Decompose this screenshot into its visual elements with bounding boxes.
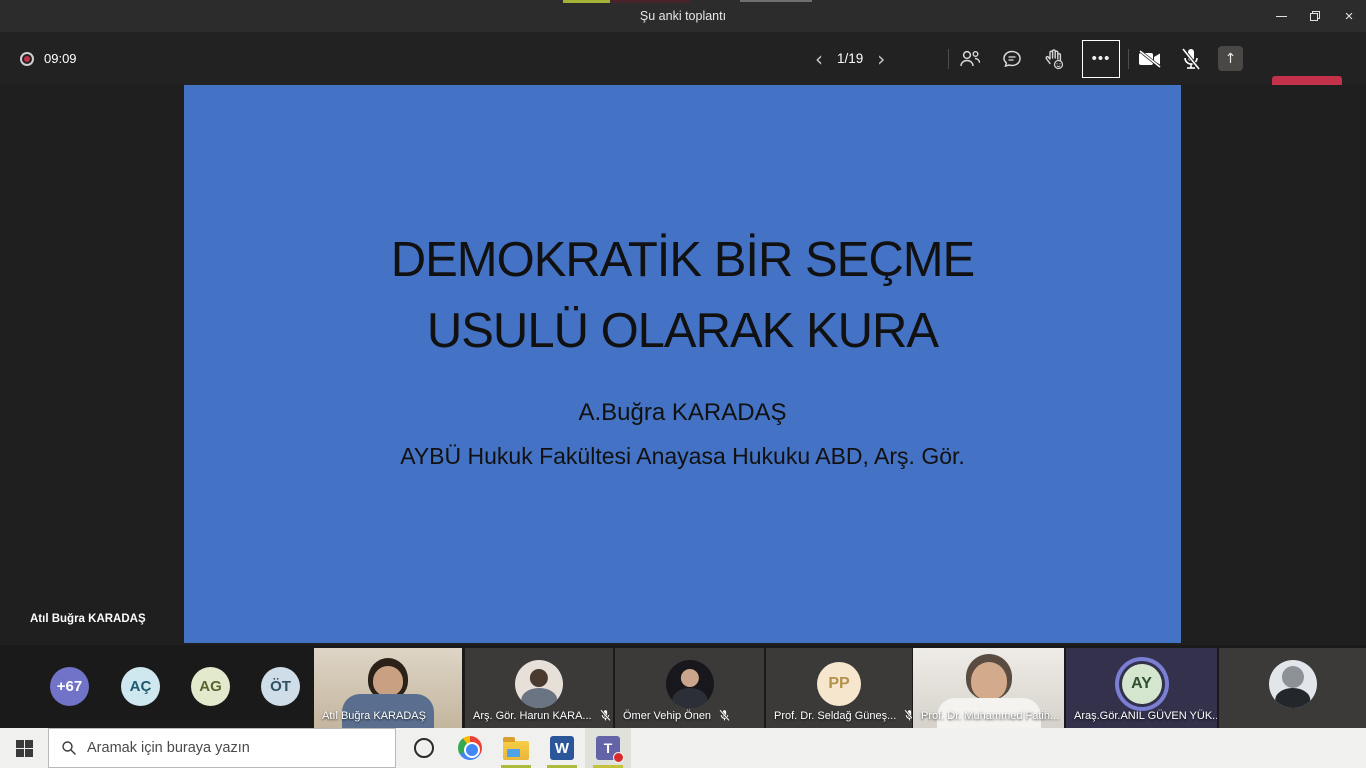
teams-taskbar-button[interactable]: T: [585, 728, 631, 768]
next-slide-button[interactable]: ›: [877, 49, 885, 69]
participant-filmstrip: +67 AÇ AG ÖT Atıl Buğra KARADAŞ: [0, 645, 1366, 728]
restore-icon: [1310, 11, 1320, 21]
participant-photo-avatar: [515, 660, 563, 708]
participant-tile-video[interactable]: Atıl Buğra KARADAŞ: [314, 648, 462, 728]
participant-initials-avatar: AY: [1122, 664, 1162, 704]
participant-avatar-ot[interactable]: ÖT: [261, 667, 300, 706]
slide-author: A.Buğra KARADAŞ: [184, 399, 1181, 427]
participant-initials-avatar: PP: [817, 662, 861, 706]
minimize-icon: [1276, 16, 1287, 17]
taskbar-search-input[interactable]: Aramak için buraya yazın: [48, 728, 396, 768]
participant-name: Ömer Vehip Önen: [623, 710, 711, 722]
video-person-face: [373, 666, 403, 696]
slide-title-line1: DEMOKRATİK BİR SEÇME: [184, 225, 1181, 296]
avatar-initials: ÖT: [270, 678, 291, 695]
chrome-icon: [458, 736, 482, 760]
mic-muted-icon: [903, 709, 912, 722]
avatar-silhouette: [680, 669, 698, 687]
avatar-initials: PP: [828, 675, 849, 693]
participant-tile[interactable]: Ömer Vehip Önen: [615, 648, 764, 728]
start-button[interactable]: [0, 728, 48, 768]
windows-taskbar: Aramak için buraya yazın W T: [0, 728, 1366, 768]
slide-page-indicator: 1/19: [837, 51, 863, 66]
window-titlebar: Şu anki toplantı ×: [0, 0, 1366, 32]
participant-name: Prof. Dr. Muhammed Fatih...: [921, 710, 1059, 722]
close-button[interactable]: ×: [1332, 0, 1366, 32]
avatar-initials: AG: [199, 678, 222, 695]
file-explorer-taskbar-button[interactable]: [493, 728, 539, 768]
participant-name: Araş.Gör.ANIL GÜVEN YÜK...: [1074, 710, 1217, 722]
teams-icon: T: [596, 736, 620, 760]
overflow-count: +67: [57, 678, 82, 695]
raise-hand-icon: [1042, 47, 1066, 71]
teams-meeting-window: Şu anki toplantı × 09:09 ‹ 1/19 ›: [0, 0, 1366, 768]
mic-off-button[interactable]: [1177, 45, 1205, 73]
cortana-button[interactable]: [401, 728, 447, 768]
avatar-silhouette: [1275, 688, 1311, 708]
show-participants-button[interactable]: [956, 45, 984, 73]
share-icon: ↑: [1225, 51, 1237, 67]
mic-muted-icon: [599, 709, 612, 722]
participant-photo-avatar: [1269, 660, 1317, 708]
avatar-silhouette: [672, 688, 708, 708]
participant-name: Prof. Dr. Seldağ Güneş...: [774, 710, 896, 722]
teams-notification-dot: [613, 752, 624, 763]
more-actions-button[interactable]: •••: [1082, 40, 1120, 78]
avatar-silhouette: [530, 669, 548, 687]
recording-indicator: 09:09: [22, 32, 77, 85]
search-icon: [61, 740, 77, 756]
meeting-toolbar: 09:09 ‹ 1/19 ›: [0, 32, 1366, 85]
mic-muted-icon: [718, 709, 731, 722]
participant-avatar-ag[interactable]: AG: [191, 667, 230, 706]
participant-tile-video[interactable]: Prof. Dr. Muhammed Fatih...: [913, 648, 1064, 728]
mic-off-icon: [1180, 47, 1202, 71]
slide-navigation: ‹ 1/19 ›: [815, 32, 885, 85]
close-icon: ×: [1345, 9, 1354, 24]
presenter-name-label: Atıl Buğra KARADAŞ: [30, 613, 146, 625]
minimize-button[interactable]: [1264, 0, 1298, 32]
slide-affiliation: AYBÜ Hukuk Fakültesi Anayasa Hukuku ABD,…: [184, 443, 1181, 470]
camera-off-button[interactable]: [1136, 45, 1164, 73]
participant-avatar-ac[interactable]: AÇ: [121, 667, 160, 706]
slide-title: DEMOKRATİK BİR SEÇME USULÜ OLARAK KURA: [184, 225, 1181, 367]
previous-slide-button[interactable]: ‹: [815, 49, 823, 69]
avatar-initials: AY: [1131, 675, 1152, 693]
avatar-initials: AÇ: [130, 678, 152, 695]
participant-tile-speaking[interactable]: AY Araş.Gör.ANIL GÜVEN YÜK...: [1066, 648, 1217, 728]
toolbar-divider: [948, 49, 949, 69]
participant-tile[interactable]: Arş. Gör. Harun KARA...: [465, 648, 613, 728]
word-taskbar-button[interactable]: W: [539, 728, 585, 768]
participant-name: Arş. Gör. Harun KARA...: [473, 710, 592, 722]
avatar-silhouette: [1281, 666, 1303, 688]
ellipsis-icon: •••: [1092, 55, 1111, 63]
presentation-slide[interactable]: DEMOKRATİK BİR SEÇME USULÜ OLARAK KURA A…: [184, 85, 1181, 643]
toolbar-divider: [1128, 49, 1129, 69]
participant-tile[interactable]: [1219, 648, 1366, 728]
participant-tile[interactable]: PP Prof. Dr. Seldağ Güneş...: [766, 648, 912, 728]
chrome-taskbar-button[interactable]: [447, 728, 493, 768]
share-screen-button[interactable]: ↑: [1218, 46, 1243, 71]
people-icon: [958, 49, 982, 69]
shared-content-stage: DEMOKRATİK BİR SEÇME USULÜ OLARAK KURA A…: [0, 85, 1366, 645]
window-title: Şu anki toplantı: [0, 0, 1366, 32]
slide-title-line2: USULÜ OLARAK KURA: [184, 296, 1181, 367]
raise-hand-button[interactable]: [1040, 45, 1068, 73]
cortana-icon: [414, 738, 434, 758]
show-conversation-button[interactable]: [998, 45, 1026, 73]
word-icon: W: [550, 736, 574, 760]
search-placeholder: Aramak için buraya yazın: [87, 740, 250, 756]
file-explorer-icon: [503, 741, 529, 760]
avatar-silhouette: [521, 688, 557, 708]
overflow-participants-badge[interactable]: +67: [50, 667, 89, 706]
video-person-face: [971, 662, 1007, 700]
camera-off-icon: [1137, 49, 1163, 69]
windows-logo-icon: [16, 740, 33, 757]
recording-dot-icon: [22, 54, 32, 64]
chat-icon: [1001, 48, 1023, 70]
participant-photo-avatar: [666, 660, 714, 708]
maximize-button[interactable]: [1298, 0, 1332, 32]
recording-timer: 09:09: [44, 51, 77, 66]
participant-name: Atıl Buğra KARADAŞ: [322, 710, 426, 722]
